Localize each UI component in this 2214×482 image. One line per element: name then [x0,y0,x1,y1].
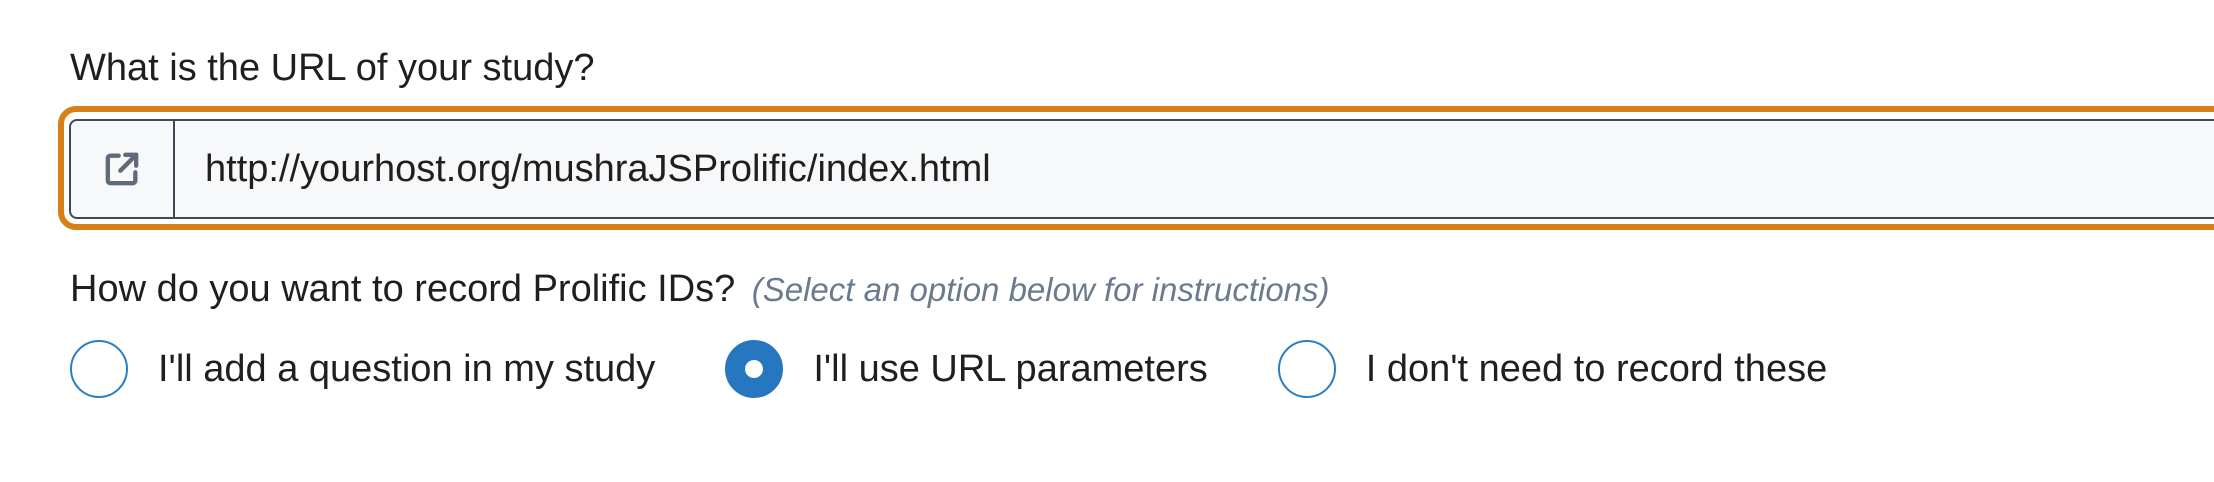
prolific-id-options: I'll add a question in my study I'll use… [70,338,1827,400]
option-label: I'll add a question in my study [158,347,656,390]
external-link-icon [102,149,142,189]
option-label: I don't need to record these [1365,347,1828,390]
radio-button-checked[interactable] [725,340,784,398]
prolific-id-label: How do you want to record Prolific IDs? [70,268,736,310]
option-add-question[interactable]: I'll add a question in my study [70,340,655,398]
option-label: I'll use URL parameters [813,347,1208,390]
study-url-input-group [69,119,2214,219]
radio-button-unchecked[interactable] [1277,340,1336,398]
study-url-input[interactable] [175,121,2214,217]
url-input-addon [71,121,175,217]
prolific-id-question: How do you want to record Prolific IDs? … [70,265,1330,321]
option-url-parameters[interactable]: I'll use URL parameters [725,340,1208,398]
prolific-id-hint: (Select an option below for instructions… [751,271,1330,308]
study-url-label: What is the URL of your study? [70,47,595,89]
study-setup-form: What is the URL of your study? How do yo… [0,0,2214,482]
option-no-record[interactable]: I don't need to record these [1277,340,1828,398]
radio-button-unchecked[interactable] [70,340,128,398]
radio-dot [745,360,764,378]
